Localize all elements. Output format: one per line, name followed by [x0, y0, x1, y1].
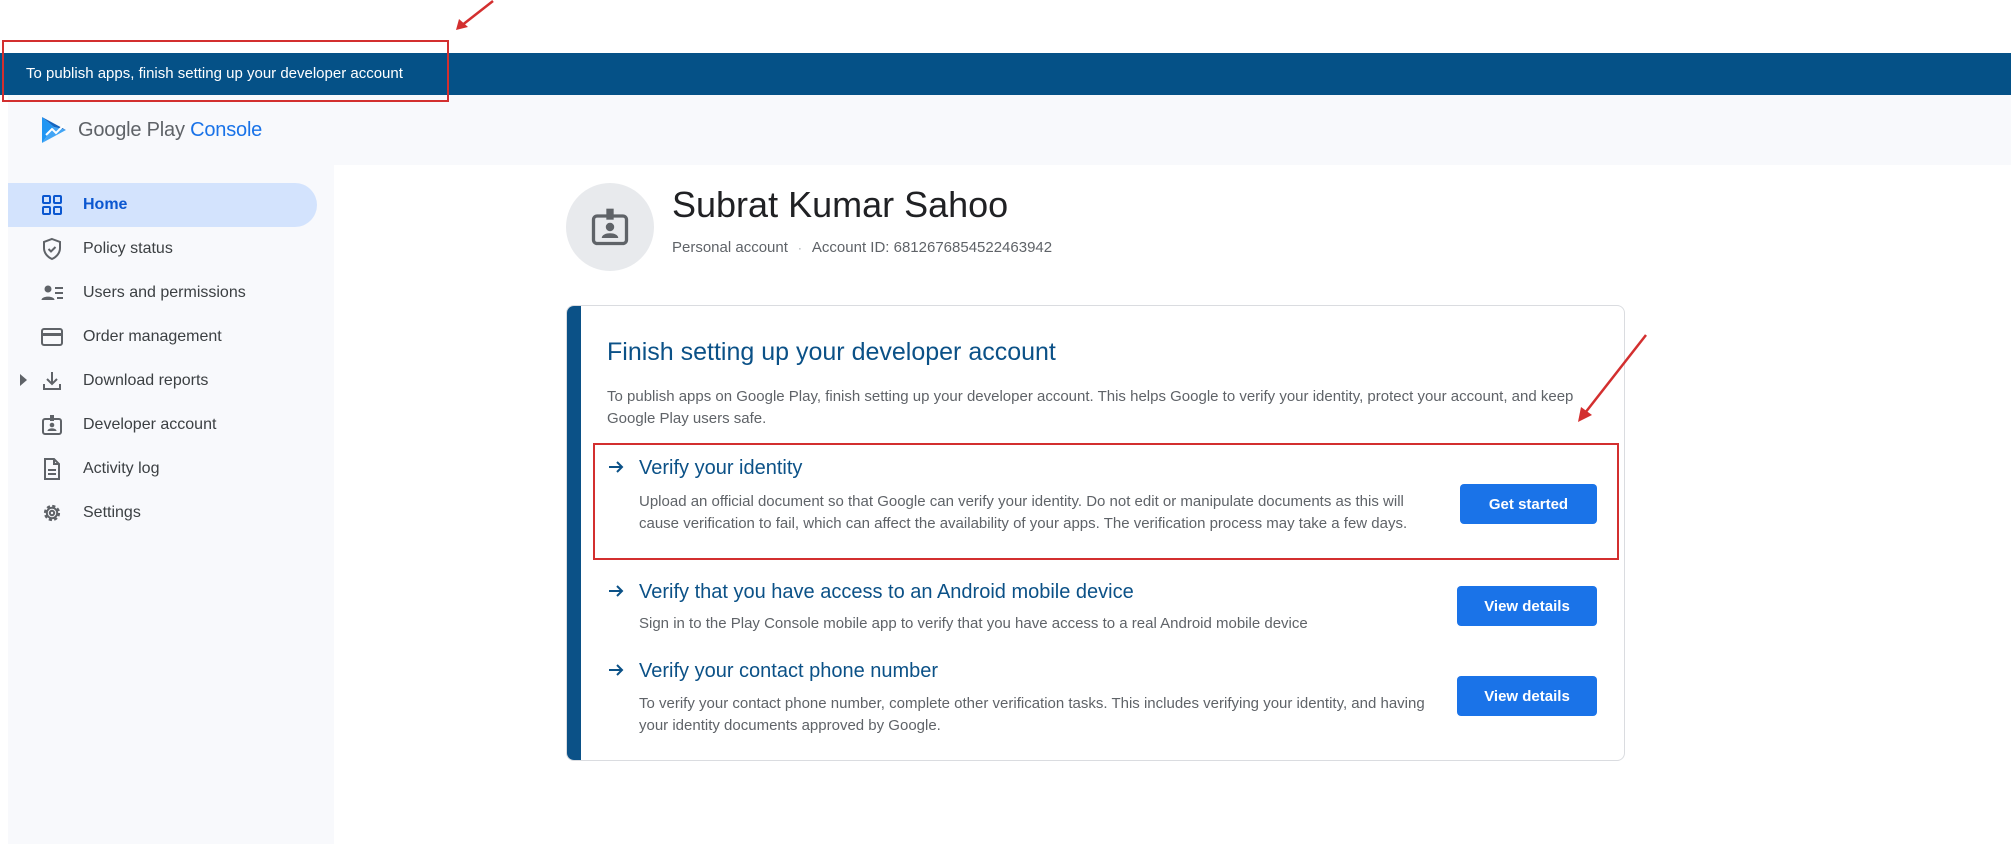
annotation-arrow-banner — [456, 0, 494, 30]
arrow-right-icon — [609, 664, 624, 676]
annotation-box-banner — [2, 40, 449, 102]
expand-caret-icon[interactable] — [20, 374, 27, 386]
badge-icon — [591, 208, 629, 246]
view-details-button[interactable]: View details — [1457, 586, 1597, 626]
arrow-right-icon — [609, 585, 624, 597]
account-name: Subrat Kumar Sahoo — [672, 184, 1009, 225]
badge-icon — [42, 415, 62, 435]
logo-text: Google Play Console — [78, 119, 262, 142]
play-console-logo-icon — [42, 117, 66, 143]
logo-console-text: Console — [190, 118, 263, 141]
annotation-arrow-verify-identity — [1578, 334, 1647, 422]
task-title: Verify your contact phone number — [639, 660, 939, 682]
sidebar-item-download-reports[interactable]: Download reports — [8, 359, 317, 403]
account-meta: Personal account · Account ID: 681267685… — [672, 238, 1052, 258]
users-icon — [41, 285, 63, 300]
sidebar-item-settings[interactable]: Settings — [8, 491, 317, 535]
document-icon — [44, 458, 60, 480]
sidebar-item-home[interactable]: Home — [8, 183, 317, 227]
sidebar-item-label: Users and permissions — [83, 284, 246, 301]
sidebar-item-label: Order management — [83, 328, 222, 345]
card-title: Finish setting up your developer account — [607, 338, 1056, 366]
task-description: To verify your contact phone number, com… — [639, 695, 1425, 734]
view-details-button[interactable]: View details — [1457, 676, 1597, 716]
dashboard-icon — [42, 195, 62, 215]
sidebar-item-label: Download reports — [83, 372, 209, 389]
sidebar-item-order-management[interactable]: Order management — [8, 315, 317, 359]
card-description: To publish apps on Google Play, finish s… — [607, 388, 1574, 427]
sidebar-item-label: Settings — [83, 504, 141, 521]
google-play-console-logo[interactable]: Google Play Console — [40, 113, 262, 147]
sidebar-item-label: Activity log — [83, 460, 160, 477]
gear-icon — [43, 504, 61, 522]
task-description: Sign in to the Play Console mobile app t… — [639, 615, 1308, 632]
sidebar-item-policy-status[interactable]: Policy status — [8, 227, 317, 271]
meta-separator: · — [797, 241, 802, 255]
sidebar-item-users-and-permissions[interactable]: Users and permissions — [8, 271, 317, 315]
account-type: Personal account — [672, 239, 788, 256]
header-background — [334, 95, 2011, 165]
sidebar-item-label: Policy status — [83, 240, 173, 257]
logo-google-play-text: Google Play — [78, 118, 185, 141]
account-id: Account ID: 6812676854522463942 — [811, 239, 1053, 256]
card-accent-bar — [567, 306, 581, 760]
credit-card-icon — [41, 328, 63, 346]
avatar — [566, 183, 654, 271]
annotation-box-verify-identity — [593, 443, 1619, 560]
sidebar-item-activity-log[interactable]: Activity log — [8, 447, 317, 491]
sidebar-item-developer-account[interactable]: Developer account — [8, 403, 317, 447]
sidebar-item-label: Developer account — [83, 416, 217, 433]
sidebar-item-label: Home — [83, 196, 128, 213]
task-title: Verify that you have access to an Androi… — [639, 581, 1134, 603]
download-icon — [43, 372, 61, 390]
shield-icon — [43, 237, 61, 261]
